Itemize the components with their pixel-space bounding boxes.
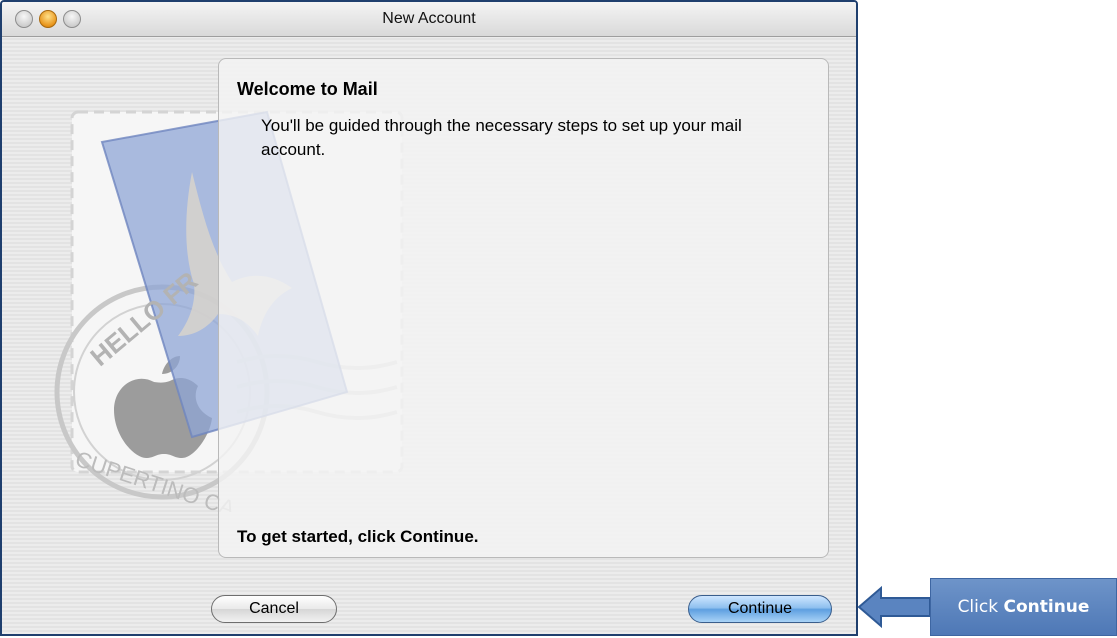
- instruction-callout: Click Continue: [930, 578, 1117, 636]
- panel-heading: Welcome to Mail: [237, 79, 378, 99]
- cancel-button[interactable]: Cancel: [211, 595, 337, 623]
- welcome-panel: Welcome to Mail You'll be guided through…: [218, 58, 829, 558]
- title-bar[interactable]: New Account: [2, 2, 856, 37]
- new-account-window: New Account HELLO FR CUPERTINO CA Welcom…: [0, 0, 858, 636]
- window-title: New Account: [382, 10, 476, 27]
- continue-button[interactable]: Continue: [688, 595, 832, 623]
- left-arrow-icon: [857, 585, 931, 629]
- panel-footer-text: To get started, click Continue.: [237, 527, 479, 546]
- callout-target: Continue: [1003, 597, 1090, 617]
- callout-prefix: Click: [957, 597, 999, 617]
- panel-body-text: You'll be guided through the necessary s…: [261, 116, 742, 159]
